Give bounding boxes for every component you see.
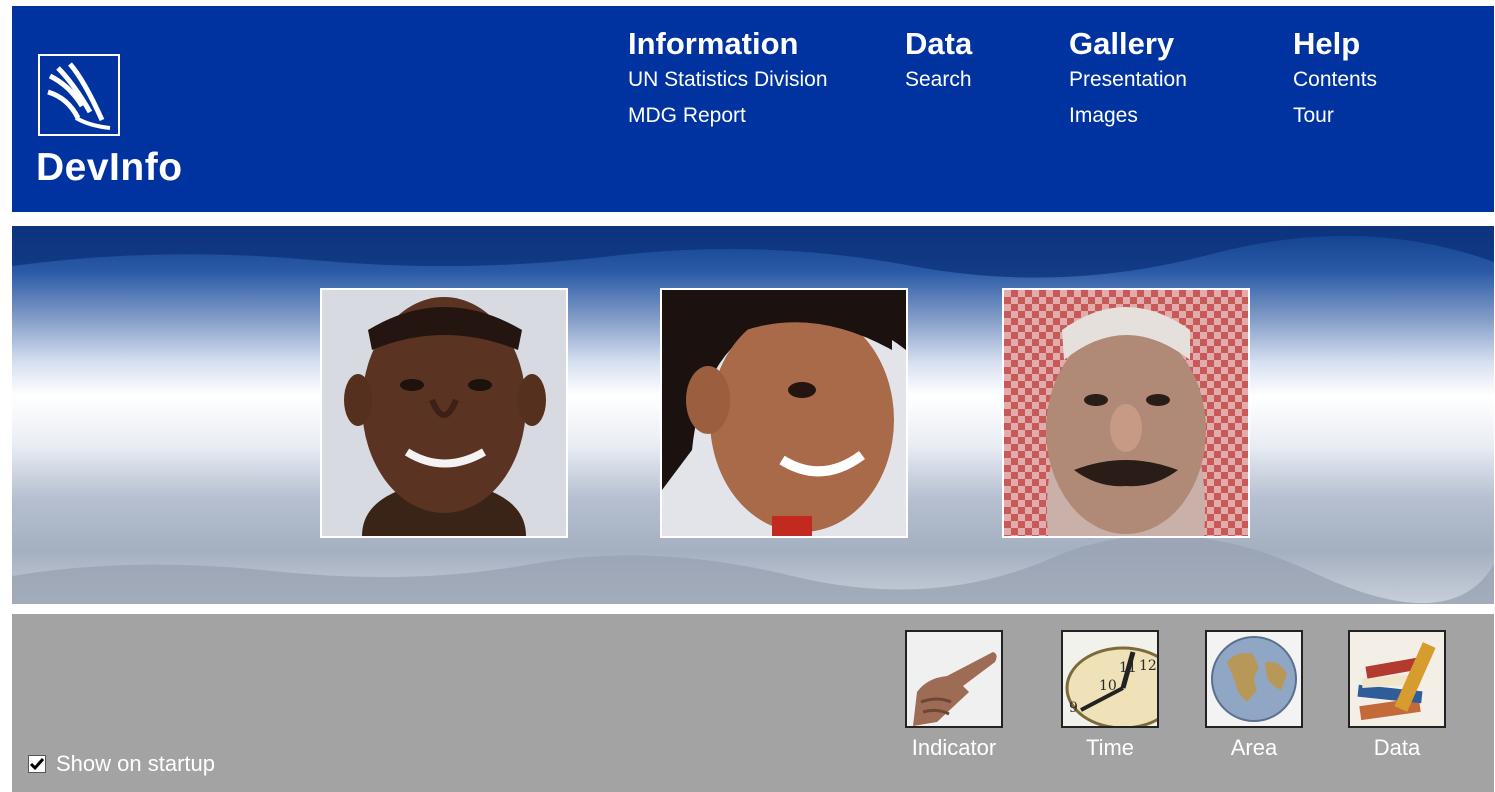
tool-data[interactable]: Data	[1348, 630, 1446, 761]
logo-text: DevInfo	[36, 146, 183, 189]
clock-icon[interactable]: 10 11 12 9	[1061, 630, 1159, 728]
nav-column-data: Data Search	[905, 26, 972, 98]
nav-link-tour[interactable]: Tour	[1293, 98, 1377, 134]
banner	[12, 226, 1494, 604]
bottom-panel: Indicator 10 11 12 9 Time	[12, 614, 1494, 792]
nav-heading-help[interactable]: Help	[1293, 26, 1377, 62]
tool-label-time: Time	[1085, 735, 1135, 760]
portrait-boy	[320, 288, 568, 538]
portrait-girl	[660, 288, 908, 538]
books-icon[interactable]	[1348, 630, 1446, 728]
nav-column-information: Information UN Statistics Division MDG R…	[628, 26, 828, 134]
nav-link-images[interactable]: Images	[1069, 98, 1187, 134]
checkmark-icon	[29, 758, 45, 771]
nav-column-help: Help Contents Tour	[1293, 26, 1377, 134]
show-on-startup-control[interactable]: Show on startup	[28, 750, 215, 778]
tool-time[interactable]: 10 11 12 9 Time	[1061, 630, 1159, 761]
svg-text:12: 12	[1139, 658, 1157, 674]
devinfo-logo-icon	[38, 54, 120, 136]
nav-link-contents[interactable]: Contents	[1293, 62, 1377, 98]
nav-link-presentation[interactable]: Presentation	[1069, 62, 1187, 98]
header-bar: DevInfo Information UN Statistics Divisi…	[12, 6, 1494, 212]
nav-link-search[interactable]: Search	[905, 62, 972, 98]
nav-link-mdg-report[interactable]: MDG Report	[628, 98, 828, 134]
pointing-hand-icon[interactable]	[905, 630, 1003, 728]
show-on-startup-label[interactable]: Show on startup	[56, 751, 215, 777]
tool-label-indicator: Indicator	[911, 735, 997, 760]
tool-area[interactable]: Area	[1205, 630, 1303, 761]
nav-heading-data[interactable]: Data	[905, 26, 972, 62]
nav-heading-gallery[interactable]: Gallery	[1069, 26, 1187, 62]
svg-text:9: 9	[1069, 700, 1078, 716]
nav-column-gallery: Gallery Presentation Images	[1069, 26, 1187, 134]
portrait-man	[1002, 288, 1250, 538]
show-on-startup-checkbox[interactable]	[28, 755, 46, 773]
tool-label-area: Area	[1230, 735, 1278, 760]
nav-heading-information[interactable]: Information	[628, 26, 828, 62]
tool-label-data: Data	[1373, 735, 1421, 760]
nav-link-un-statistics-division[interactable]: UN Statistics Division	[628, 62, 828, 98]
globe-icon[interactable]	[1205, 630, 1303, 728]
tool-indicator[interactable]: Indicator	[905, 630, 1003, 761]
